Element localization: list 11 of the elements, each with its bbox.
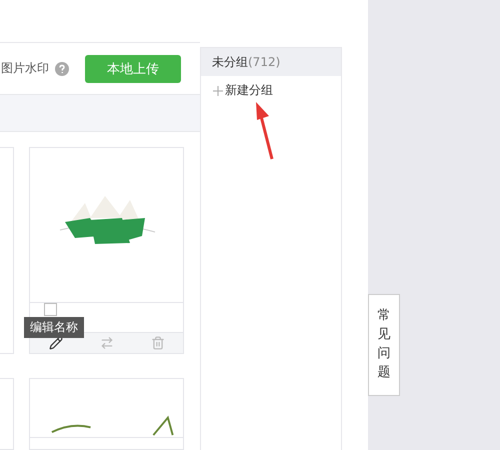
plus-icon[interactable]: [213, 86, 223, 96]
trash-icon[interactable]: [150, 336, 164, 350]
help-tab[interactable]: 常见问题: [368, 294, 400, 396]
pencil-icon[interactable]: [48, 336, 62, 350]
checkbox[interactable]: [44, 302, 57, 316]
swap-arrows-icon[interactable]: [100, 336, 114, 350]
group-item[interactable]: 未分组(712): [201, 48, 341, 76]
tooltip: 编辑名称: [24, 317, 84, 338]
new-group-link[interactable]: 新建分组: [225, 82, 273, 99]
watermark-label: 图片水印: [1, 60, 49, 78]
help-icon[interactable]: [55, 62, 69, 76]
